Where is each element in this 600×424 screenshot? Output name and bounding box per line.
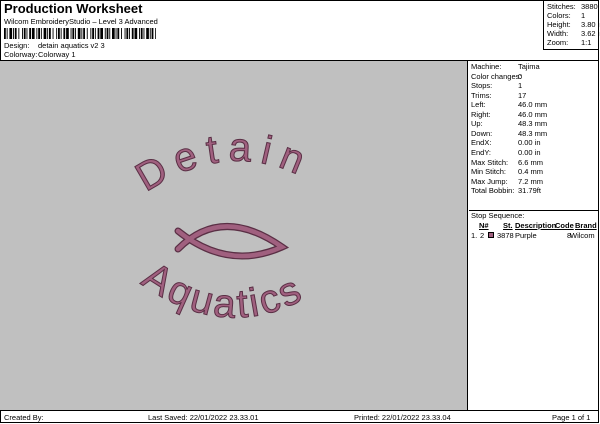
barcode-bar (129, 28, 130, 39)
design-text-bottom: Aquatics (135, 254, 310, 327)
stop-row-description: Purple (515, 231, 537, 240)
stop-header-description: Description (515, 221, 557, 230)
barcode-bar (115, 28, 117, 39)
barcode-bar (43, 28, 47, 39)
created-by: Created By: (4, 413, 44, 422)
machine-info-panel: Machine: Tajima Color changes: 0 Stops: 1 Trim… (469, 61, 599, 410)
barcode-bar (97, 28, 100, 39)
barcode-bar (139, 28, 140, 39)
barcode-bar (72, 28, 75, 39)
barcode-bar (104, 28, 106, 39)
barcode-bar (83, 28, 85, 39)
barcode-bar (90, 28, 92, 39)
barcode-bar (40, 28, 42, 39)
design-text-top: Detain (128, 125, 319, 199)
barcode-bar (66, 28, 69, 39)
barcode-bar (109, 28, 111, 39)
stop-row-index: 1. (471, 231, 478, 240)
barcode (4, 28, 156, 39)
barcode-bar (77, 28, 81, 39)
barcode-bar (31, 28, 35, 39)
barcode-bar (112, 28, 115, 39)
barcode-bar (9, 28, 13, 39)
barcode-bar (29, 28, 31, 39)
stop-sequence-title: Stop Sequence: (471, 211, 525, 220)
page-title: Production Worksheet (4, 1, 143, 16)
software-subtitle: Wilcom EmbroideryStudio – Level 3 Advanc… (4, 17, 158, 26)
footer-divider (0, 410, 599, 411)
stop-row-brand: Wilcom (570, 231, 595, 240)
design-label: Design: (4, 41, 30, 50)
barcode-bar (140, 28, 143, 39)
stop-header-code: Code (555, 221, 574, 230)
barcode-bar (56, 28, 58, 39)
barcode-bar (58, 28, 60, 39)
stats-box: Stitches:3880 Colors:1 Height:3.80 in Wi… (543, 0, 600, 50)
barcode-bar (94, 28, 96, 39)
barcode-bar (60, 28, 62, 39)
barcode-bar (131, 28, 134, 39)
barcode-bar (151, 28, 154, 39)
colorway-value: Colorway 1 (38, 50, 76, 59)
printed-date: Printed: 22/01/2022 23.33.04 (354, 413, 451, 422)
colorway-label: Colorway: (4, 50, 38, 59)
barcode-bar (70, 28, 72, 39)
barcode-bar (4, 28, 6, 39)
barcode-bar (117, 28, 120, 39)
barcode-bar (100, 28, 103, 39)
barcode-bar (22, 28, 23, 39)
barcode-bar (6, 28, 8, 39)
barcode-bar (63, 28, 66, 39)
barcode-bar (146, 28, 149, 39)
barcode-bar (124, 28, 126, 39)
barcode-bar (49, 28, 51, 39)
barcode-bar (126, 28, 129, 39)
design-preview: Detain Aquatics (0, 61, 468, 410)
stop-header-st: St. (503, 221, 513, 230)
barcode-bar (26, 28, 28, 39)
design-value: detain aquatics v2 3 (38, 41, 105, 50)
barcode-bar (13, 28, 14, 39)
barcode-bar (143, 28, 145, 39)
stop-row-st: 3878 (497, 231, 514, 240)
barcode-bar (86, 28, 88, 39)
stop-header-brand: Brand (575, 221, 597, 230)
barcode-bar (155, 28, 156, 39)
thread-color-swatch (488, 232, 494, 238)
barcode-bar (106, 28, 109, 39)
barcode-bar (92, 28, 94, 39)
barcode-bar (14, 28, 17, 39)
page-number: Page 1 of 1 (552, 413, 591, 422)
barcode-bar (149, 28, 151, 39)
last-saved: Last Saved: 22/01/2022 23.33.01 (148, 413, 259, 422)
embroidery-design: Detain Aquatics (128, 125, 319, 328)
barcode-bar (47, 28, 49, 39)
barcode-bar (36, 28, 38, 39)
barcode-bar (38, 28, 40, 39)
barcode-bar (23, 28, 26, 39)
stop-header-n: N# (479, 221, 489, 230)
barcode-bar (18, 28, 20, 39)
barcode-bar (75, 28, 76, 39)
barcode-bar (134, 28, 138, 39)
barcode-bar (81, 28, 83, 39)
barcode-bar (52, 28, 54, 39)
barcode-bar (121, 28, 122, 39)
stop-row-n: 2 (480, 231, 485, 240)
colorway-row: Colorway: Colorway 1 (4, 50, 204, 60)
